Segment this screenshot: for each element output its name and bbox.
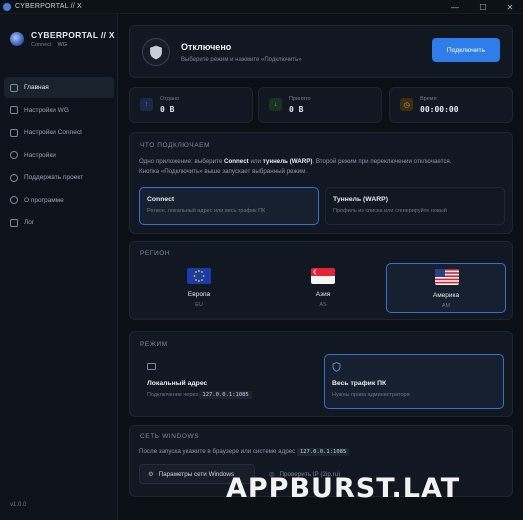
- stat-value: 0 B: [160, 105, 175, 114]
- region-name: Америка: [432, 292, 460, 299]
- monitor-icon: [147, 363, 156, 370]
- document-icon: [10, 218, 18, 227]
- sidebar-item-wg-settings[interactable]: Настройки WG: [4, 100, 114, 121]
- status-subtitle: Выберите режим и нажмите «Подключить»: [181, 57, 302, 63]
- flag-usa-icon: [435, 269, 459, 285]
- status-title: Отключено: [181, 42, 232, 52]
- sidebar-item-settings[interactable]: Настройки: [4, 145, 114, 166]
- section-title: ЧТО ПОДКЛЮЧАЕМ: [140, 142, 211, 149]
- mode-local-address[interactable]: Локальный адрес Подключение через 127.0.…: [139, 354, 319, 409]
- sidebar-item-label: Настройки Connect: [24, 129, 82, 136]
- section-title: РЕЖИМ: [140, 341, 168, 348]
- version-label: v1.0.0: [10, 502, 27, 508]
- stat-label: Отдано: [160, 96, 179, 102]
- option-title: Connect: [147, 196, 175, 203]
- proxy-address-chip: 127.0.0.1:1085: [296, 448, 350, 456]
- gear-icon: [10, 151, 18, 159]
- arrow-down-icon: ↓: [269, 98, 282, 111]
- title-bar: CYBERPORTAL // X — ☐ ✕: [0, 0, 523, 14]
- option-description: Профиль из списка или сгенерируйте новый: [333, 208, 447, 214]
- proxy-address-chip: 127.0.0.1:1085: [199, 391, 252, 399]
- stat-received: ↓ Принято 0 B: [258, 87, 382, 123]
- home-icon: [10, 83, 18, 92]
- heart-icon: [10, 173, 18, 182]
- watermark: APPBURST.LAT: [226, 473, 461, 504]
- sidebar-item-label: Настройки WG: [24, 106, 69, 114]
- app-logo-icon: [3, 2, 11, 11]
- region-code: AM: [441, 303, 451, 309]
- sidebar-item-log[interactable]: Лог: [4, 212, 114, 233]
- region-america[interactable]: Америка AM: [386, 263, 506, 313]
- gear-icon: ⚙: [148, 470, 154, 478]
- connect-section: ЧТО ПОДКЛЮЧАЕМ Одно приложение: выберите…: [129, 132, 513, 234]
- sidebar-item-label: Главная: [24, 84, 49, 91]
- arrow-up-icon: ↑: [140, 98, 153, 111]
- stat-label: Время: [420, 96, 437, 102]
- network-description: После запуска укажите в браузере или сис…: [139, 448, 296, 455]
- mode-all-traffic[interactable]: Весь трафик ПК Нужны права администратор…: [324, 354, 504, 409]
- maximize-button[interactable]: ☐: [470, 0, 496, 14]
- sidebar-item-label: Настройки: [24, 151, 56, 159]
- flag-singapore-icon: [311, 268, 335, 284]
- stat-sent: ↑ Отдано 0 B: [129, 87, 253, 123]
- mode-section: РЕЖИМ Локальный адрес Подключение через …: [129, 331, 513, 417]
- sidebar-item-about[interactable]: О программе: [4, 190, 114, 211]
- region-section: РЕГИОН Европа EU Азия AS Америка AM: [129, 241, 513, 320]
- brand-subtitle: Connect: [31, 42, 52, 48]
- sidebar-item-home[interactable]: Главная: [4, 77, 114, 98]
- option-description: Подключение через: [147, 392, 198, 398]
- sidebar-item-connect-settings[interactable]: Настройки Connect: [4, 122, 114, 143]
- sidebar-item-label: О программе: [24, 196, 64, 204]
- sidebar-item-support[interactable]: Поддержать проект: [4, 167, 114, 188]
- brand-title: CYBERPORTAL // X: [31, 30, 115, 40]
- option-title: Весь трафик ПК: [332, 380, 387, 387]
- sidebar-item-label: Поддержать проект: [24, 174, 84, 181]
- stat-label: Принято: [289, 96, 311, 102]
- sidebar-nav: Главная Настройки WG Настройки Connect Н…: [4, 77, 114, 235]
- shield-icon: [10, 128, 18, 137]
- brand: CYBERPORTAL // X Connect WG: [10, 30, 115, 48]
- option-warp-tunnel[interactable]: Туннель (WARP) Профиль из списка или сге…: [325, 187, 505, 225]
- shield-icon: [332, 362, 341, 374]
- stat-value: 00:00:00: [420, 105, 459, 114]
- connect-button[interactable]: Подключить: [432, 38, 500, 62]
- sidebar: CYBERPORTAL // X Connect WG Главная Настр…: [0, 14, 118, 520]
- brand-subtitle-tag: WG: [57, 42, 67, 48]
- region-name: Азия: [315, 291, 331, 298]
- option-title: Локальный адрес: [147, 380, 208, 387]
- stat-time: ◷ Время 00:00:00: [389, 87, 513, 123]
- section-title: СЕТЬ WINDOWS: [140, 433, 200, 440]
- section-title: РЕГИОН: [140, 250, 171, 257]
- region-asia[interactable]: Азия AS: [263, 263, 383, 313]
- option-description: Регион, локальный адрес или весь трафик …: [147, 208, 266, 214]
- brand-logo-icon: [10, 32, 24, 46]
- region-europe[interactable]: Европа EU: [139, 263, 259, 313]
- option-connect[interactable]: Connect Регион, локальный адрес или весь…: [139, 187, 319, 225]
- sidebar-item-label: Лог: [24, 219, 35, 226]
- option-title: Туннель (WARP): [333, 196, 388, 203]
- status-card: Отключено Выберите режим и нажмите «Подк…: [129, 25, 513, 78]
- close-button[interactable]: ✕: [497, 0, 523, 14]
- info-icon: [10, 196, 18, 204]
- shield-icon: [10, 106, 18, 114]
- region-name: Европа: [187, 291, 211, 298]
- stat-value: 0 B: [289, 105, 304, 114]
- region-code: AS: [319, 302, 327, 308]
- connect-description: Одно приложение: выберите Connect или ту…: [139, 158, 452, 175]
- window-title: CYBERPORTAL // X: [15, 3, 82, 10]
- minimize-button[interactable]: —: [442, 0, 468, 14]
- flag-eu-icon: [187, 268, 211, 284]
- shield-icon: [142, 38, 170, 66]
- option-description: Нужны права администратора: [332, 392, 410, 398]
- region-code: EU: [195, 302, 203, 308]
- clock-icon: ◷: [400, 98, 413, 111]
